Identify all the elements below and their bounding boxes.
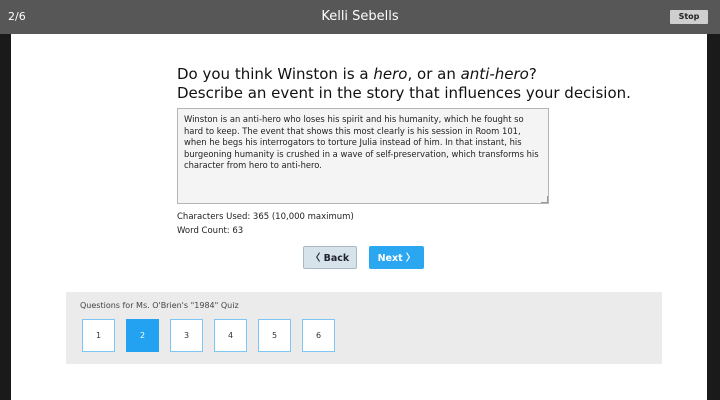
question-button-1[interactable]: 1: [82, 319, 115, 352]
word-count: Word Count: 63: [177, 226, 244, 236]
app-frame: 2/6 Kelli Sebells Stop Do you think Wins…: [0, 0, 720, 400]
question-line-1: Do you think Winston is a hero, or an an…: [177, 65, 631, 84]
answer-textarea[interactable]: Winston is an anti-hero who loses his sp…: [177, 108, 549, 204]
student-name: Kelli Sebells: [321, 9, 399, 24]
question-text: ?: [528, 65, 537, 83]
question-button-6[interactable]: 6: [302, 319, 335, 352]
quiz-title: Questions for Ms. O'Brien's "1984" Quiz: [80, 301, 239, 310]
next-button[interactable]: Next 〉: [369, 246, 424, 269]
question-prompt: Do you think Winston is a hero, or an an…: [177, 65, 631, 103]
back-button[interactable]: 〈 Back: [303, 246, 357, 269]
question-text: , or an: [407, 65, 461, 83]
question-button-3[interactable]: 3: [170, 319, 203, 352]
question-button-2[interactable]: 2: [126, 319, 159, 352]
question-line-2: Describe an event in the story that infl…: [177, 84, 631, 102]
characters-used: Characters Used: 365 (10,000 maximum): [177, 212, 354, 222]
content-area: Do you think Winston is a hero, or an an…: [11, 34, 707, 400]
question-emphasis-anti-hero: anti-hero: [460, 65, 529, 83]
resize-grip-icon[interactable]: [541, 196, 548, 203]
question-emphasis-hero: hero: [373, 65, 408, 83]
question-button-4[interactable]: 4: [214, 319, 247, 352]
question-text: Do you think Winston is a: [177, 65, 374, 83]
question-button-5[interactable]: 5: [258, 319, 291, 352]
top-bar: 2/6 Kelli Sebells Stop: [0, 0, 720, 34]
question-nav-panel: Questions for Ms. O'Brien's "1984" Quiz …: [66, 292, 662, 364]
stop-button[interactable]: Stop: [670, 10, 708, 24]
